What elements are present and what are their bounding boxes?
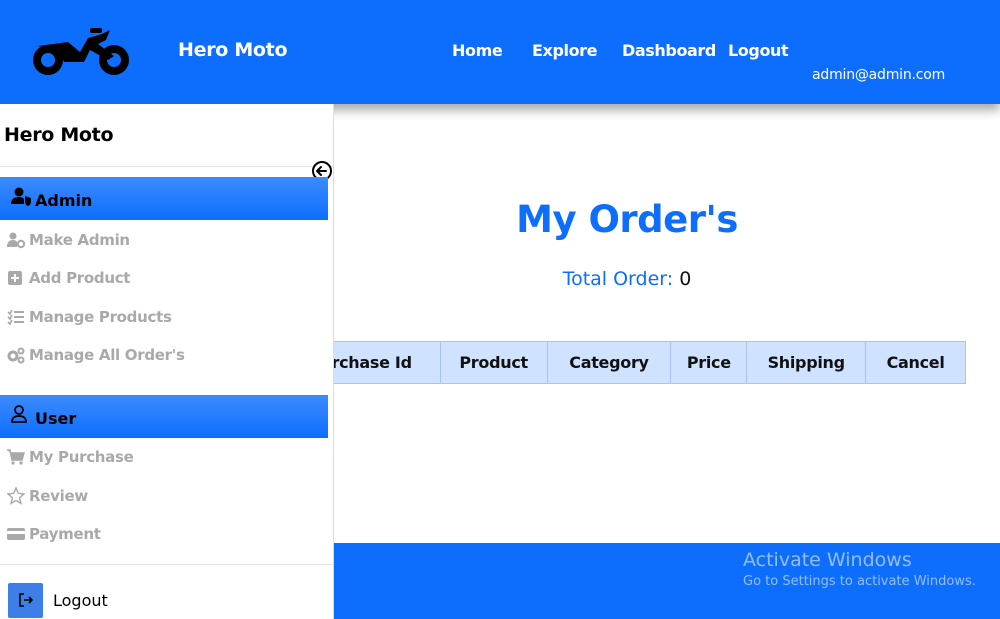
activate-windows-subtitle: Go to Settings to activate Windows. [743, 574, 976, 589]
nav-logout-link[interactable]: Logout [728, 41, 789, 60]
sidebar-item-label: Make Admin [29, 231, 130, 249]
sidebar-drawer: Hero Moto Admin Make Admin Add Product M… [0, 104, 334, 619]
sign-out-icon [18, 593, 33, 607]
sidebar-item-manage-all-orders[interactable]: Manage All Order's [7, 343, 185, 367]
sidebar-item-label: My Purchase [29, 448, 134, 466]
nav-home-link[interactable]: Home [452, 41, 503, 60]
column-header-price: Price [670, 341, 748, 384]
cogs-icon [7, 347, 25, 364]
plus-square-icon [8, 271, 22, 285]
column-header-shipping: Shipping [746, 341, 867, 384]
column-header-product: Product [439, 341, 548, 384]
sidebar-item-make-admin[interactable]: Make Admin [7, 228, 130, 252]
column-header-category: Category [546, 341, 672, 384]
admin-section-label: Admin [35, 191, 93, 210]
nav-explore-link[interactable]: Explore [532, 41, 598, 60]
motorcycle-icon[interactable] [28, 26, 134, 78]
admin-section-header[interactable]: Admin [0, 177, 328, 220]
total-orders-value: 0 [679, 268, 692, 290]
sidebar-item-label: Manage All Order's [29, 346, 185, 364]
arrow-left-icon [316, 166, 327, 176]
divider [0, 564, 333, 565]
star-icon [7, 487, 25, 505]
user-email: admin@admin.com [812, 67, 946, 83]
sidebar-item-review[interactable]: Review [7, 484, 88, 508]
table-header-row: Purchase Id Product Category Price Shipp… [280, 341, 966, 384]
drawer-logout-button[interactable]: Logout [8, 582, 108, 618]
user-section-header[interactable]: User [0, 395, 328, 438]
drawer-title: Hero Moto [4, 124, 114, 146]
divider [0, 166, 333, 167]
column-header-cancel: Cancel [865, 341, 966, 384]
sidebar-item-label: Manage Products [29, 308, 172, 326]
users-cog-icon [7, 232, 25, 249]
nav-dashboard-link[interactable]: Dashboard [622, 41, 716, 60]
total-orders: Total Order: 0 [334, 268, 920, 290]
sidebar-item-my-purchase[interactable]: My Purchase [7, 445, 134, 469]
tasks-icon [7, 309, 24, 326]
logout-icon-box [8, 582, 43, 618]
total-orders-label: Total Order: [562, 268, 674, 290]
drawer-logout-label: Logout [53, 590, 108, 610]
top-navbar: Hero Moto Home Explore Dashboard Logout … [0, 0, 1000, 104]
user-icon [11, 405, 27, 423]
orders-table: Purchase Id Product Category Price Shipp… [280, 341, 966, 384]
user-shield-icon [11, 187, 31, 206]
user-section-label: User [35, 409, 77, 428]
credit-card-icon [7, 528, 25, 540]
sidebar-item-label: Payment [29, 525, 101, 543]
activate-windows-title: Activate Windows [743, 549, 912, 571]
cart-icon [7, 449, 25, 465]
page-title: My Order's [516, 198, 738, 241]
sidebar-item-add-product[interactable]: Add Product [7, 266, 130, 290]
sidebar-item-label: Review [29, 487, 88, 505]
sidebar-item-label: Add Product [29, 269, 131, 287]
brand-name[interactable]: Hero Moto [178, 39, 288, 61]
sidebar-item-payment[interactable]: Payment [7, 522, 101, 546]
sidebar-item-manage-products[interactable]: Manage Products [7, 305, 172, 329]
